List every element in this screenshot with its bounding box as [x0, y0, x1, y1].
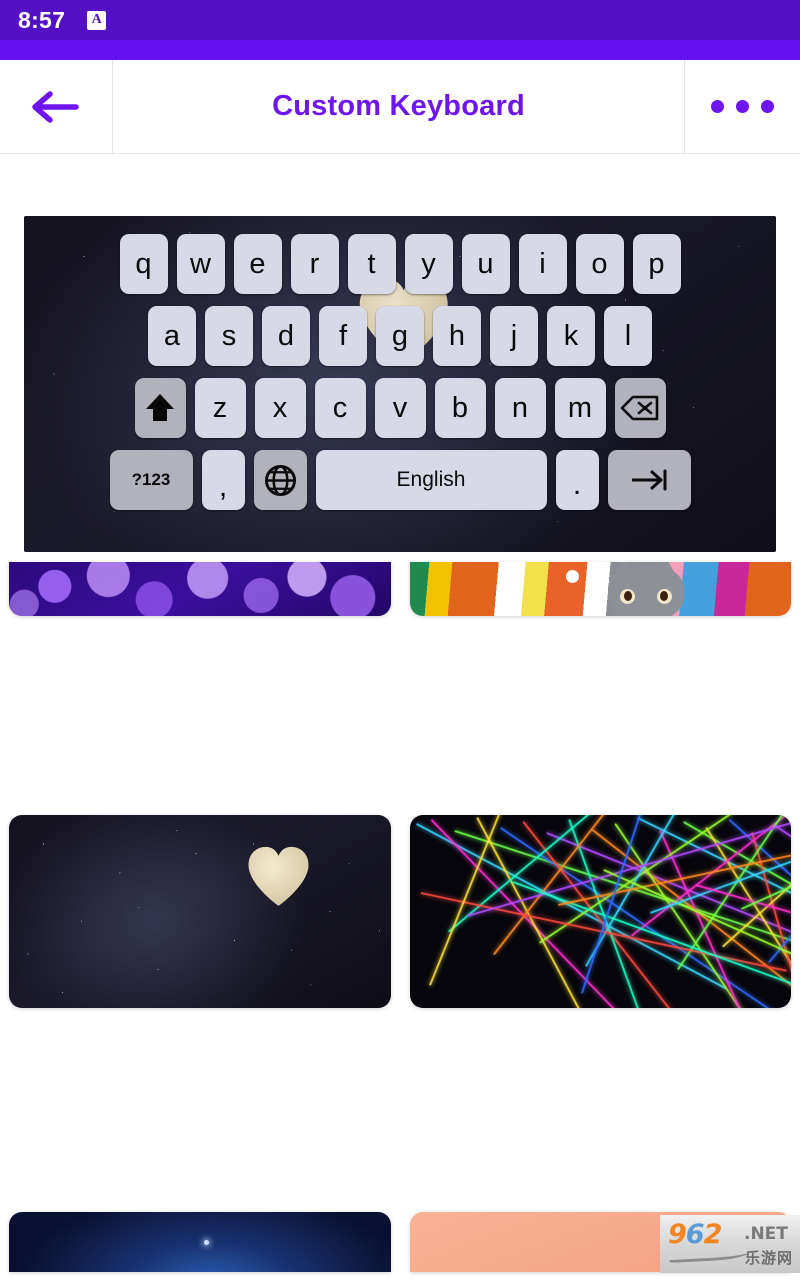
back-button[interactable] [0, 60, 113, 153]
key-i[interactable]: i [518, 234, 567, 294]
watermark-6: 6 [685, 1219, 705, 1250]
key-f[interactable]: f [319, 306, 367, 366]
purple-bokeh-thumbnail [9, 562, 391, 616]
backspace-key[interactable] [614, 378, 666, 438]
accent-band [0, 40, 800, 60]
page-title: Custom Keyboard [272, 90, 525, 122]
keyboard-row-4: ?123 , English . [36, 450, 764, 510]
key-c[interactable]: c [314, 378, 366, 438]
key-h[interactable]: h [433, 306, 481, 366]
key-j[interactable]: j [490, 306, 538, 366]
key-z[interactable]: z [194, 378, 246, 438]
space-key[interactable]: English [315, 450, 547, 510]
gallery-row-middle [9, 815, 791, 1008]
key-q[interactable]: q [119, 234, 168, 294]
watermark-digits: 962 [668, 1219, 723, 1250]
gallery-row-top [9, 562, 791, 616]
status-bar: 8:57 A [0, 0, 800, 40]
watermark-tld: .NET [744, 1224, 788, 1244]
theme-purple-bokeh-card[interactable] [9, 562, 391, 616]
key-k[interactable]: k [547, 306, 595, 366]
key-w[interactable]: w [176, 234, 225, 294]
enter-key[interactable] [607, 450, 691, 510]
language-switch-key[interactable] [253, 450, 307, 510]
key-g[interactable]: g [376, 306, 424, 366]
key-t[interactable]: t [347, 234, 396, 294]
keyboard-row-2: a s d f g h j k l [36, 306, 764, 366]
theme-gallery [0, 562, 800, 1272]
app-header: Custom Keyboard [0, 60, 800, 154]
key-p[interactable]: p [632, 234, 681, 294]
theme-colorful-cats-card[interactable] [409, 562, 791, 616]
key-a[interactable]: a [148, 306, 196, 366]
starry-heart-thumbnail [9, 815, 391, 1008]
more-options-button[interactable] [685, 60, 800, 153]
key-n[interactable]: n [494, 378, 546, 438]
period-key[interactable]: . [555, 450, 599, 510]
key-l[interactable]: l [604, 306, 652, 366]
status-time: 8:57 [18, 6, 66, 33]
keyboard-preview[interactable]: q w e r t y u i o p a s d f g h j k l z … [24, 216, 776, 552]
site-watermark: 962 .NET 乐游网 [660, 1215, 800, 1273]
page-title-container: Custom Keyboard [113, 60, 685, 153]
keyboard-rows: q w e r t y u i o p a s d f g h j k l z … [24, 216, 776, 524]
more-options-icon [711, 100, 774, 113]
back-arrow-icon [32, 90, 79, 123]
watermark-9: 9 [668, 1219, 687, 1250]
shift-icon [146, 394, 174, 421]
key-v[interactable]: v [374, 378, 426, 438]
key-m[interactable]: m [554, 378, 606, 438]
key-y[interactable]: y [404, 234, 453, 294]
theme-starry-heart-card[interactable] [9, 815, 391, 1008]
key-o[interactable]: o [575, 234, 624, 294]
key-b[interactable]: b [434, 378, 486, 438]
globe-language-icon [264, 464, 296, 496]
watermark-2: 2 [703, 1219, 723, 1250]
key-u[interactable]: u [461, 234, 510, 294]
tab-enter-icon [632, 469, 667, 491]
key-x[interactable]: x [254, 378, 306, 438]
comma-key[interactable]: , [201, 450, 245, 510]
key-s[interactable]: s [205, 306, 253, 366]
navy-night-thumbnail [9, 1212, 391, 1272]
watermark-swoosh-icon [668, 1244, 750, 1264]
key-r[interactable]: r [290, 234, 339, 294]
a-badge-icon: A [87, 10, 107, 30]
key-d[interactable]: d [262, 306, 310, 366]
colorful-cats-thumbnail [409, 562, 791, 616]
laser-show-thumbnail [409, 815, 791, 1008]
theme-navy-night-card[interactable] [9, 1212, 391, 1272]
watermark-chinese: 乐游网 [744, 1249, 793, 1267]
keyboard-row-1: q w e r t y u i o p [36, 234, 764, 294]
key-e[interactable]: e [233, 234, 282, 294]
shift-key[interactable] [134, 378, 186, 438]
backspace-icon [620, 395, 659, 421]
theme-laser-show-card[interactable] [409, 815, 791, 1008]
keyboard-row-3: z x c v b n m [36, 378, 764, 438]
symbols-key[interactable]: ?123 [109, 450, 193, 510]
